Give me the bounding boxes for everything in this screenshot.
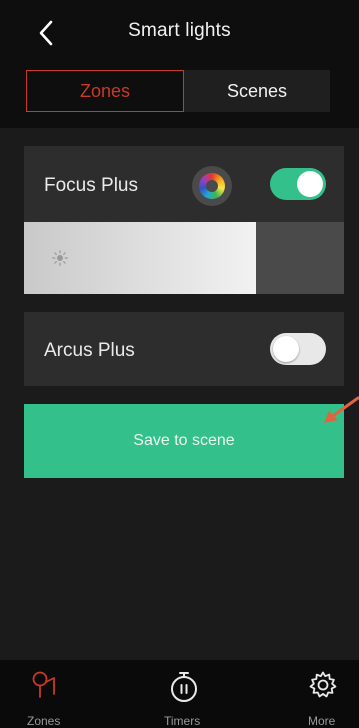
nav-more-label: More bbox=[308, 714, 336, 728]
timer-icon bbox=[171, 672, 197, 702]
brightness-sun-icon bbox=[52, 250, 68, 266]
color-wheel-button[interactable] bbox=[192, 166, 232, 206]
toggle-knob bbox=[273, 336, 299, 362]
tab-scenes-label: Scenes bbox=[226, 80, 288, 101]
zones-icon bbox=[32, 671, 55, 698]
save-to-scene-label: Save to scene bbox=[133, 432, 235, 449]
nav-more[interactable]: More bbox=[290, 660, 359, 728]
light-name: Arcus Plus bbox=[44, 340, 135, 361]
light-card-focus-plus: Focus Plus bbox=[24, 146, 344, 294]
light-toggle-focus-plus[interactable] bbox=[270, 168, 326, 200]
tab-zones-label: Zones bbox=[79, 80, 131, 101]
bottom-nav: Zones Timers More bbox=[0, 660, 359, 728]
header: Smart lights Zones Scenes bbox=[0, 0, 359, 128]
annotation-arrow-icon bbox=[324, 396, 359, 423]
light-card-arcus-plus: Arcus Plus bbox=[24, 312, 344, 386]
nav-zones[interactable]: Zones bbox=[0, 660, 90, 728]
nav-zones-label: Zones bbox=[27, 714, 61, 728]
color-wheel-icon bbox=[199, 173, 225, 199]
nav-timers-label: Timers bbox=[164, 714, 201, 728]
gear-icon bbox=[309, 671, 337, 698]
nav-timers[interactable]: Timers bbox=[130, 660, 240, 728]
tab-zones[interactable]: Zones bbox=[26, 70, 184, 112]
toggle-knob bbox=[297, 171, 323, 197]
save-to-scene-button[interactable]: Save to scene bbox=[24, 404, 344, 478]
light-toggle-arcus-plus[interactable] bbox=[270, 333, 326, 365]
phone-screen: Smart lights Zones Scenes Focus Plus Arc… bbox=[0, 0, 359, 728]
page-title: Smart lights bbox=[128, 20, 231, 41]
light-name: Focus Plus bbox=[44, 175, 138, 196]
brightness-slider[interactable] bbox=[24, 222, 344, 294]
tab-scenes[interactable]: Scenes bbox=[184, 70, 330, 112]
